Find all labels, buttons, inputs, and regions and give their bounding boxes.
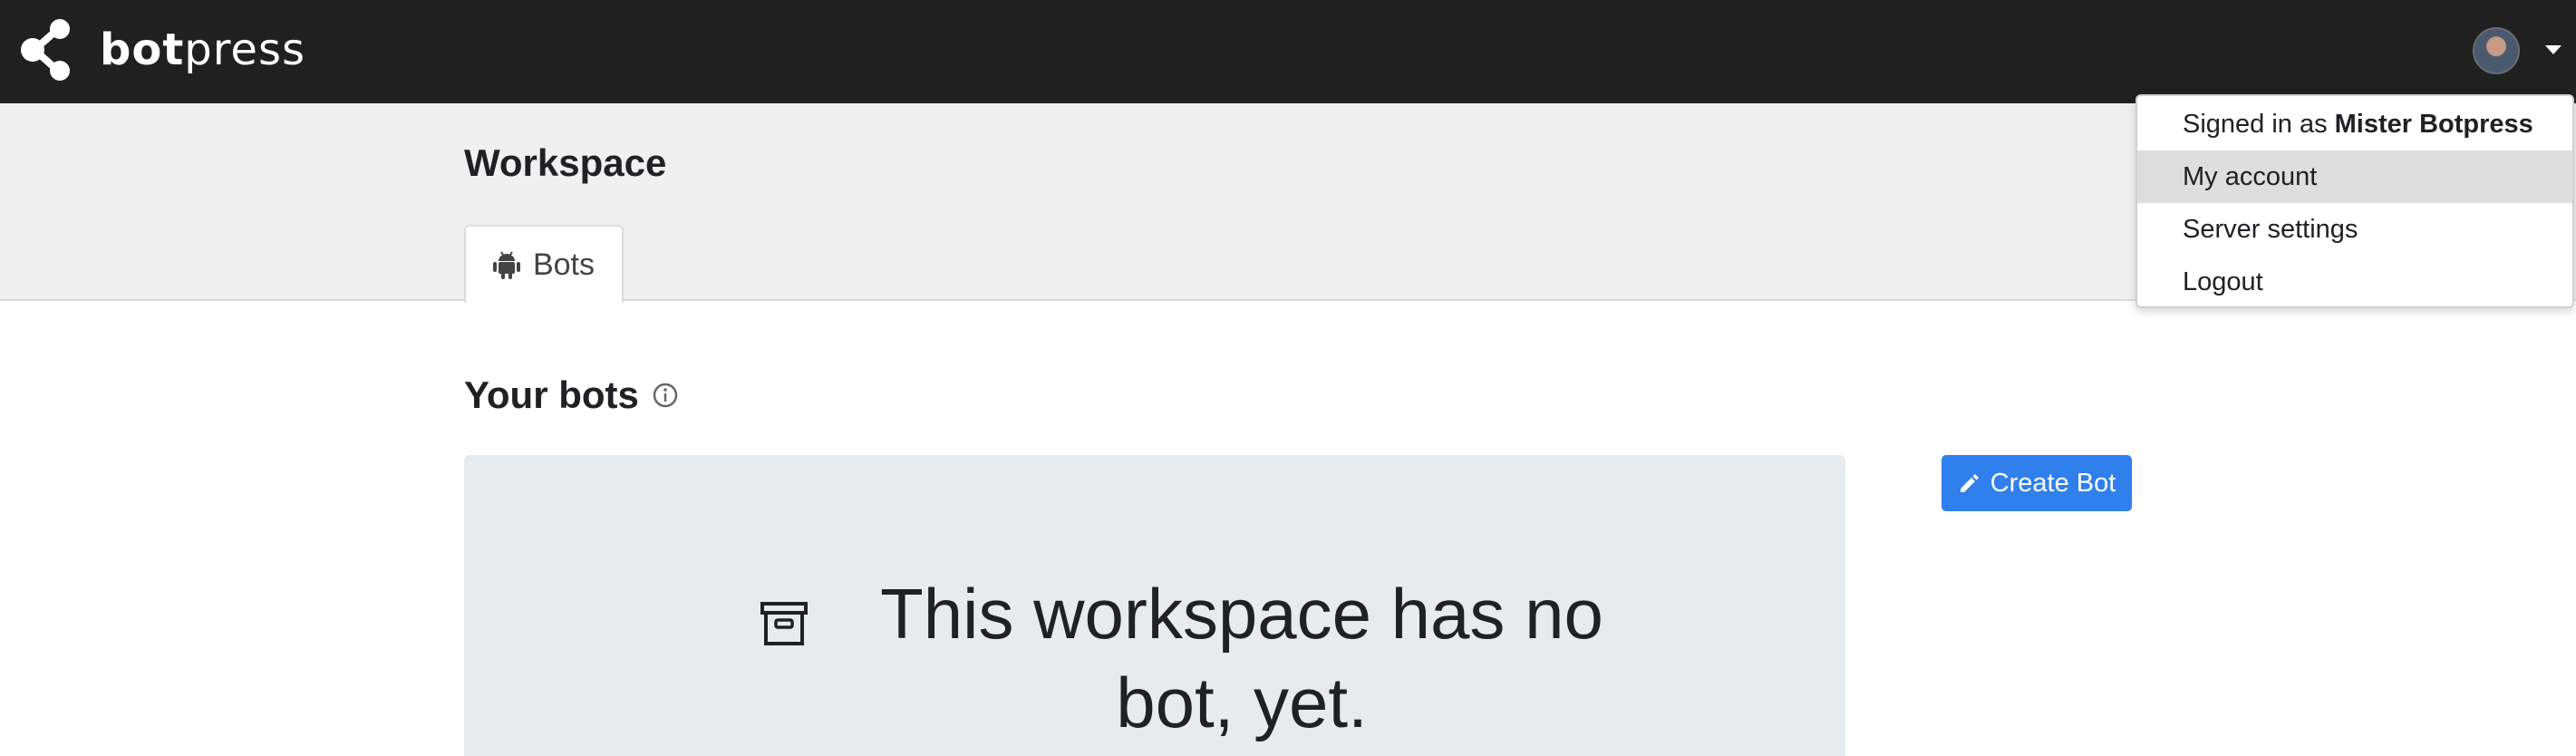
tab-bots[interactable]: Bots xyxy=(464,225,624,303)
page-title: Workspace xyxy=(464,141,667,184)
section-title: Your bots xyxy=(464,373,679,417)
signed-in-as: Signed in as Mister Botpress xyxy=(2183,109,2533,139)
user-menu-dropdown: Signed in as Mister Botpress My account … xyxy=(2135,94,2574,308)
menu-item-server-settings[interactable]: Server settings xyxy=(2137,203,2572,256)
top-navbar: botpress xyxy=(0,0,2576,103)
caret-down-icon[interactable] xyxy=(2545,45,2561,54)
botpress-logo[interactable]: botpress xyxy=(18,18,305,82)
archive-box-icon xyxy=(760,602,808,645)
share-network-icon xyxy=(21,19,70,81)
user-avatar[interactable] xyxy=(2473,27,2520,74)
tab-label: Bots xyxy=(532,247,596,282)
create-bot-button[interactable]: Create Bot xyxy=(1942,455,2132,511)
empty-state-message: This workspace has no bot, yet. xyxy=(880,574,1603,742)
android-icon xyxy=(492,251,520,279)
info-icon[interactable] xyxy=(652,382,679,409)
menu-item-my-account[interactable]: My account xyxy=(2137,150,2572,203)
brand-name: botpress xyxy=(100,24,305,75)
pencil-icon xyxy=(1960,474,1979,492)
menu-item-logout[interactable]: Logout xyxy=(2137,256,2572,308)
